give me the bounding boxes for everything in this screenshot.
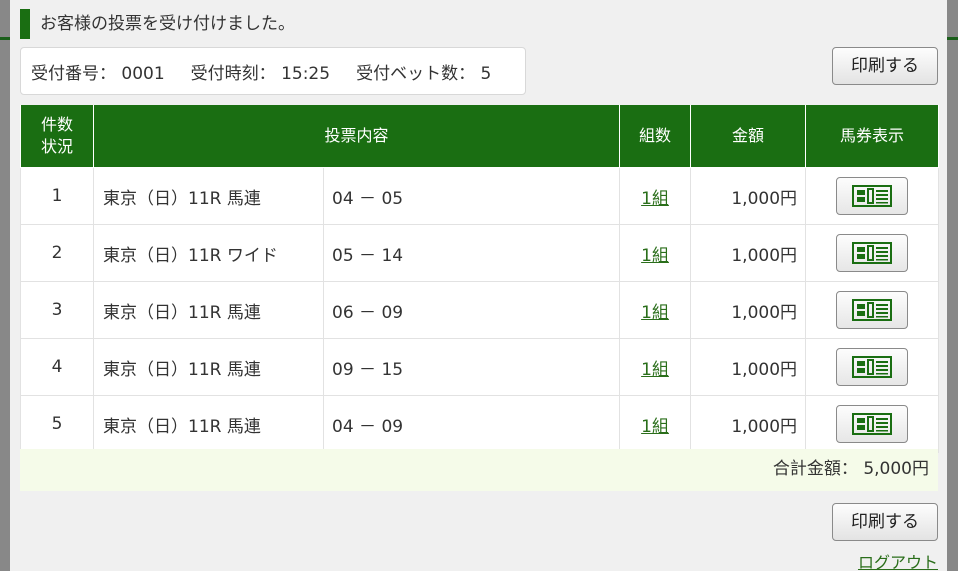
confirmation-message: お客様の投票を受け付けました。 [20, 9, 520, 39]
row-ticket-cell [805, 167, 940, 225]
row-race: 東京（日）11R ワイド [93, 224, 324, 282]
header-count: 件数 [40, 115, 73, 134]
receipt-dialog: お客様の投票を受け付けました。 受付番号： 0001 受付時刻： 15:25 受… [10, 0, 947, 571]
table-row: 4 東京（日）11R 馬連 09 － 15 1組 1,000円 [20, 338, 940, 396]
total-amount-row: 合計金額： 5,000円 [20, 449, 938, 491]
table-row: 1 東京（日）11R 馬連 04 － 05 1組 1,000円 [20, 167, 940, 225]
table-header-row: 件数 状況 投票内容 組数 金額 馬券表示 [20, 105, 940, 168]
row-number: 4 [20, 338, 94, 396]
row-race: 東京（日）11R 馬連 [93, 338, 324, 396]
ticket-view-button[interactable] [836, 405, 909, 443]
receipt-number: 受付番号： 0001 [31, 63, 165, 84]
row-combination: 05 － 14 [322, 224, 621, 282]
receipt-time: 受付時刻： 15:25 [190, 63, 331, 84]
row-combination: 04 － 05 [322, 167, 621, 225]
row-kumi-cell: 1組 [619, 281, 692, 339]
row-amount: 1,000円 [690, 338, 807, 396]
row-combination: 06 － 09 [322, 281, 621, 339]
row-combination: 09 － 15 [322, 338, 621, 396]
header-content: 投票内容 [92, 105, 621, 168]
header-count-status: 件数 状況 [20, 105, 94, 168]
row-race: 東京（日）11R 馬連 [93, 167, 324, 225]
header-status: 状況 [40, 137, 73, 156]
background-accent-line [946, 37, 958, 40]
kumi-link[interactable]: 1組 [641, 303, 669, 323]
ticket-view-button[interactable] [836, 348, 909, 386]
row-number: 5 [20, 395, 94, 453]
row-race: 東京（日）11R 馬連 [93, 395, 324, 453]
kumi-link[interactable]: 1組 [641, 189, 669, 209]
table-row: 3 東京（日）11R 馬連 06 － 09 1組 1,000円 [20, 281, 940, 339]
total-amount: 合計金額： 5,000円 [772, 459, 929, 479]
row-amount: 1,000円 [690, 167, 807, 225]
row-ticket-cell [805, 395, 940, 453]
row-ticket-cell [805, 338, 940, 396]
row-combination: 04 － 09 [322, 395, 621, 453]
row-race: 東京（日）11R 馬連 [93, 281, 324, 339]
row-kumi-cell: 1組 [619, 338, 692, 396]
row-kumi-cell: 1組 [619, 224, 692, 282]
bet-table: 件数 状況 投票内容 組数 金額 馬券表示 1 東京（日）11R 馬連 04 － 0… [20, 105, 940, 453]
row-number: 2 [20, 224, 94, 282]
row-amount: 1,000円 [690, 224, 807, 282]
header-kumi: 組数 [619, 105, 692, 168]
kumi-link[interactable]: 1組 [641, 417, 669, 437]
row-ticket-cell [805, 281, 940, 339]
kumi-link[interactable]: 1組 [641, 360, 669, 380]
ticket-view-button[interactable] [836, 291, 909, 329]
row-amount: 1,000円 [690, 395, 807, 453]
table-row: 5 東京（日）11R 馬連 04 － 09 1組 1,000円 [20, 395, 940, 453]
row-kumi-cell: 1組 [619, 167, 692, 225]
print-button-bottom[interactable]: 印刷する [832, 503, 938, 541]
header-ticket: 馬券表示 [805, 105, 940, 168]
print-button-top[interactable]: 印刷する [832, 47, 938, 85]
row-amount: 1,000円 [690, 281, 807, 339]
row-number: 3 [20, 281, 94, 339]
kumi-link[interactable]: 1組 [641, 246, 669, 266]
ticket-view-button[interactable] [836, 234, 909, 272]
row-number: 1 [20, 167, 94, 225]
row-kumi-cell: 1組 [619, 395, 692, 453]
row-ticket-cell [805, 224, 940, 282]
header-amount: 金額 [690, 105, 807, 168]
receipt-info: 受付番号： 0001 受付時刻： 15:25 受付ベット数： 5 [20, 47, 526, 95]
ticket-view-button[interactable] [836, 177, 909, 215]
logout-link[interactable]: ログアウト [858, 549, 938, 571]
receipt-bet-count: 受付ベット数： 5 [356, 63, 492, 84]
table-row: 2 東京（日）11R ワイド 05 － 14 1組 1,000円 [20, 224, 940, 282]
